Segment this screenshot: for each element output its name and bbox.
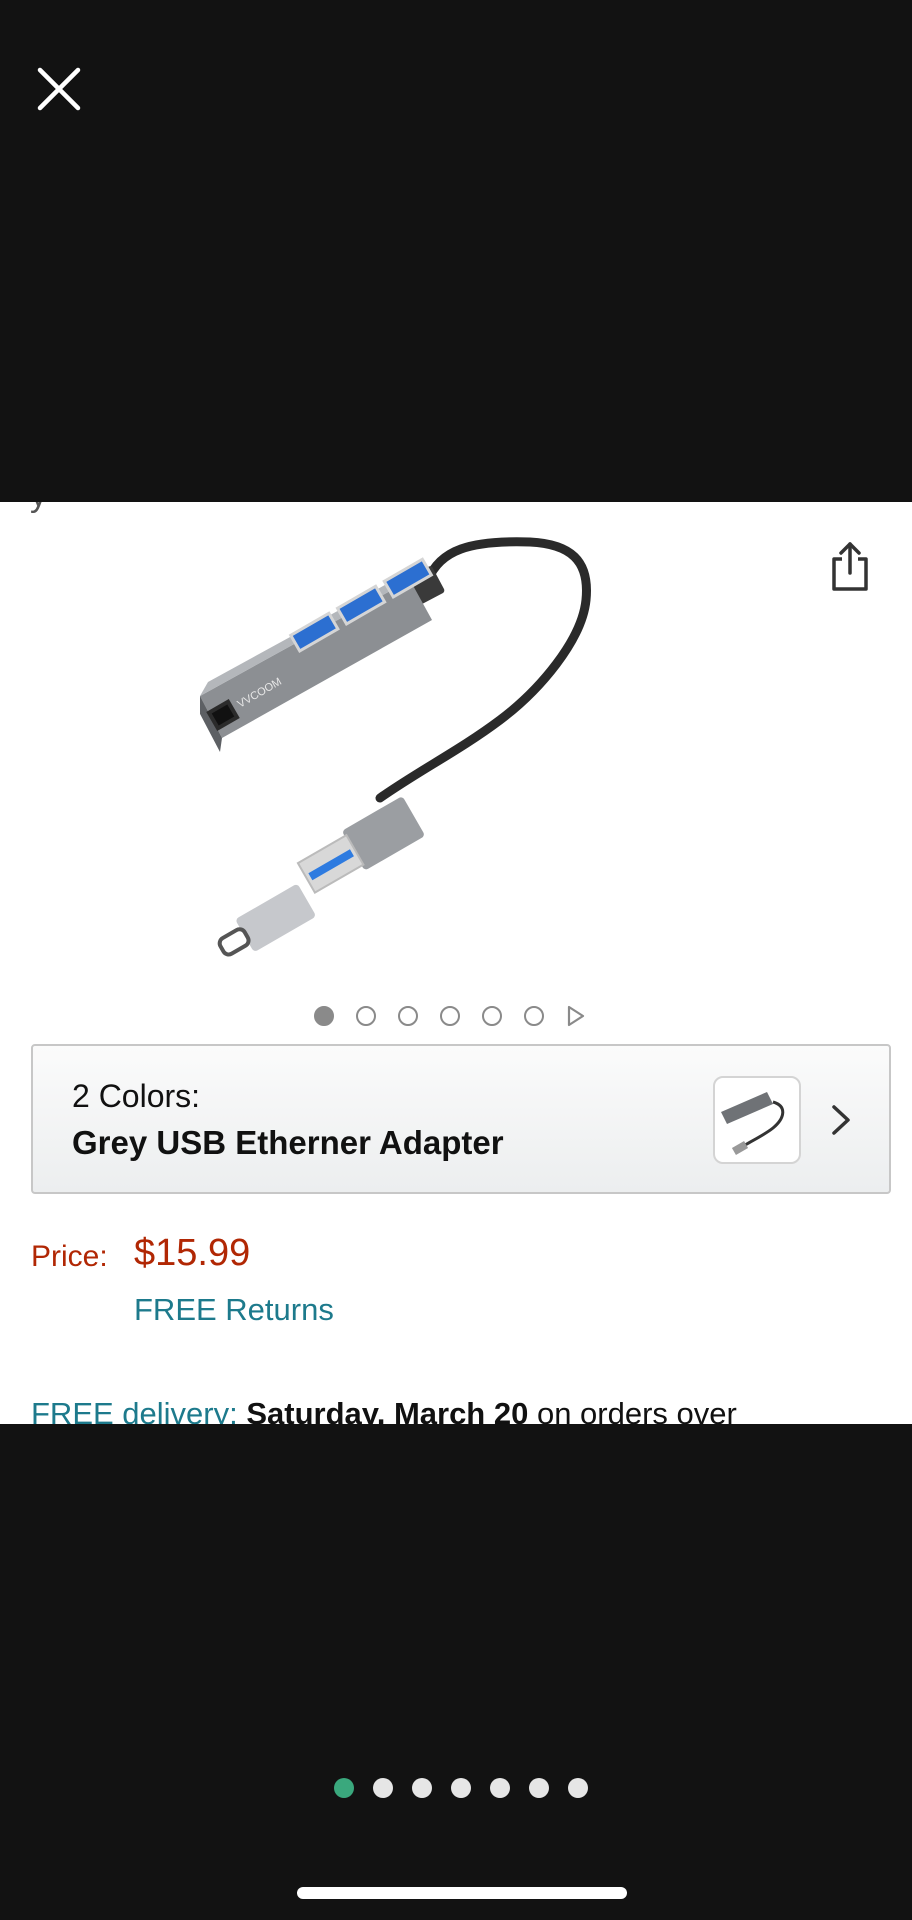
delivery-suffix: on orders over — [528, 1396, 737, 1424]
viewer-page-indicators — [334, 1778, 588, 1800]
viewer-page-dot[interactable] — [568, 1778, 588, 1798]
carousel-dot[interactable] — [440, 1006, 460, 1026]
share-button[interactable] — [820, 532, 880, 602]
colors-count-label: 2 Colors: — [72, 1078, 201, 1114]
home-indicator[interactable] — [297, 1887, 627, 1899]
carousel-dot[interactable] — [398, 1006, 418, 1026]
viewer-page-dot[interactable] — [373, 1778, 393, 1798]
carousel-dot[interactable] — [524, 1006, 544, 1026]
free-returns-link[interactable]: FREE Returns — [134, 1292, 334, 1328]
product-screenshot-card: y VVCOOM — [0, 502, 912, 1424]
delivery-info: FREE delivery: Saturday, March 20 on ord… — [31, 1396, 737, 1424]
carousel-dot[interactable] — [314, 1006, 334, 1026]
delivery-label[interactable]: FREE delivery: — [31, 1396, 238, 1424]
price-value: $15.99 — [134, 1232, 251, 1274]
close-icon — [37, 67, 81, 111]
delivery-date: Saturday, March 20 — [246, 1396, 529, 1424]
video-play-icon[interactable] — [566, 1005, 586, 1027]
selected-color-name: Grey USB Etherner Adapter — [72, 1124, 504, 1161]
carousel-dot[interactable] — [356, 1006, 376, 1026]
carousel-dot[interactable] — [482, 1006, 502, 1026]
viewer-page-dot[interactable] — [490, 1778, 510, 1798]
viewer-page-dot[interactable] — [412, 1778, 432, 1798]
product-image[interactable]: VVCOOM — [200, 520, 720, 980]
viewer-page-dot[interactable] — [451, 1778, 471, 1798]
close-button[interactable] — [28, 58, 90, 120]
price-label: Price: — [31, 1240, 108, 1273]
chevron-right-icon — [832, 1105, 850, 1135]
share-icon — [832, 542, 868, 591]
cut-off-text: y — [30, 502, 47, 515]
image-viewer: y VVCOOM — [0, 0, 912, 1920]
viewer-page-dot[interactable] — [529, 1778, 549, 1798]
color-selector[interactable]: 2 Colors: Grey USB Etherner Adapter — [31, 1044, 891, 1194]
viewer-page-dot[interactable] — [334, 1778, 354, 1798]
swatch-product-image — [721, 1092, 785, 1155]
color-swatch-thumbnail[interactable] — [713, 1076, 801, 1164]
image-carousel-indicators — [314, 1004, 586, 1028]
